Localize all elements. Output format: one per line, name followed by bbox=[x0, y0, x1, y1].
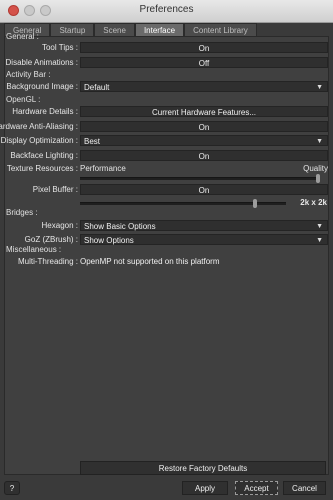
anti-aliasing-button[interactable]: On bbox=[80, 121, 328, 132]
restore-defaults-button[interactable]: Restore Factory Defaults bbox=[80, 461, 326, 475]
section-activity-bar: Activity Bar : bbox=[6, 70, 51, 79]
chevron-down-icon: ▼ bbox=[316, 84, 323, 91]
section-general: General : bbox=[6, 32, 39, 41]
slider-handle[interactable] bbox=[253, 199, 258, 208]
background-image-label: Background Image : bbox=[6, 82, 78, 91]
hardware-details-label: Hardware Details : bbox=[12, 107, 78, 116]
section-opengl: OpenGL : bbox=[6, 95, 41, 104]
chevron-down-icon: ▼ bbox=[316, 138, 323, 145]
background-image-value: Default bbox=[84, 83, 110, 92]
anti-aliasing-label: Hardware Anti-Aliasing : bbox=[0, 122, 78, 131]
background-image-dropdown[interactable]: Default ▼ bbox=[80, 81, 328, 92]
tab-interface[interactable]: Interface bbox=[134, 23, 185, 37]
hexagon-label: Hexagon : bbox=[41, 221, 78, 230]
title-bar: Preferences bbox=[0, 0, 333, 23]
hardware-details-button[interactable]: Current Hardware Features... bbox=[80, 106, 328, 117]
pixel-buffer-button[interactable]: On bbox=[80, 184, 328, 195]
display-optimization-label: Display Optimization : bbox=[0, 136, 78, 145]
chevron-down-icon: ▼ bbox=[316, 223, 323, 230]
pixel-buffer-slider[interactable] bbox=[80, 199, 286, 208]
display-optimization-value: Best bbox=[84, 137, 101, 146]
help-button[interactable]: ? bbox=[4, 481, 20, 495]
disable-animations-label: Disable Animations : bbox=[5, 58, 78, 67]
tab-bar: General Startup Scene Interface Content … bbox=[4, 23, 257, 37]
tab-content-library[interactable]: Content Library bbox=[184, 23, 257, 37]
goz-label: GoZ (ZBrush) : bbox=[24, 235, 78, 244]
tool-tips-label: Tool Tips : bbox=[41, 43, 78, 52]
tab-startup[interactable]: Startup bbox=[50, 23, 95, 37]
apply-button[interactable]: Apply bbox=[182, 481, 228, 495]
display-optimization-dropdown[interactable]: Best ▼ bbox=[80, 135, 328, 146]
pixel-buffer-label: Pixel Buffer : bbox=[32, 185, 78, 194]
preferences-panel bbox=[4, 36, 329, 475]
tool-tips-button[interactable]: On bbox=[80, 42, 328, 53]
tab-scene[interactable]: Scene bbox=[94, 23, 135, 37]
pixel-buffer-size: 2k x 2k bbox=[300, 198, 327, 207]
texture-max-label: Quality bbox=[303, 164, 328, 173]
multithreading-label: Multi-Threading : bbox=[17, 257, 78, 266]
window-title: Preferences bbox=[139, 4, 194, 15]
accept-button[interactable]: Accept bbox=[235, 481, 278, 495]
section-miscellaneous: Miscellaneous : bbox=[6, 245, 62, 254]
hexagon-dropdown[interactable]: Show Basic Options ▼ bbox=[80, 220, 328, 231]
goz-value: Show Options bbox=[84, 236, 134, 245]
disable-animations-button[interactable]: Off bbox=[80, 57, 328, 68]
multithreading-value: OpenMP not supported on this platform bbox=[80, 257, 220, 266]
hexagon-value: Show Basic Options bbox=[84, 222, 156, 231]
backface-lighting-button[interactable]: On bbox=[80, 150, 328, 161]
backface-lighting-label: Backface Lighting : bbox=[10, 151, 78, 160]
section-bridges: Bridges : bbox=[6, 208, 38, 217]
texture-min-label: Performance bbox=[80, 164, 126, 173]
texture-resources-label: Texture Resources : bbox=[6, 164, 78, 173]
chevron-down-icon: ▼ bbox=[316, 237, 323, 244]
texture-resources-slider[interactable] bbox=[80, 174, 320, 183]
goz-dropdown[interactable]: Show Options ▼ bbox=[80, 234, 328, 245]
cancel-button[interactable]: Cancel bbox=[283, 481, 326, 495]
slider-handle[interactable] bbox=[316, 174, 320, 183]
